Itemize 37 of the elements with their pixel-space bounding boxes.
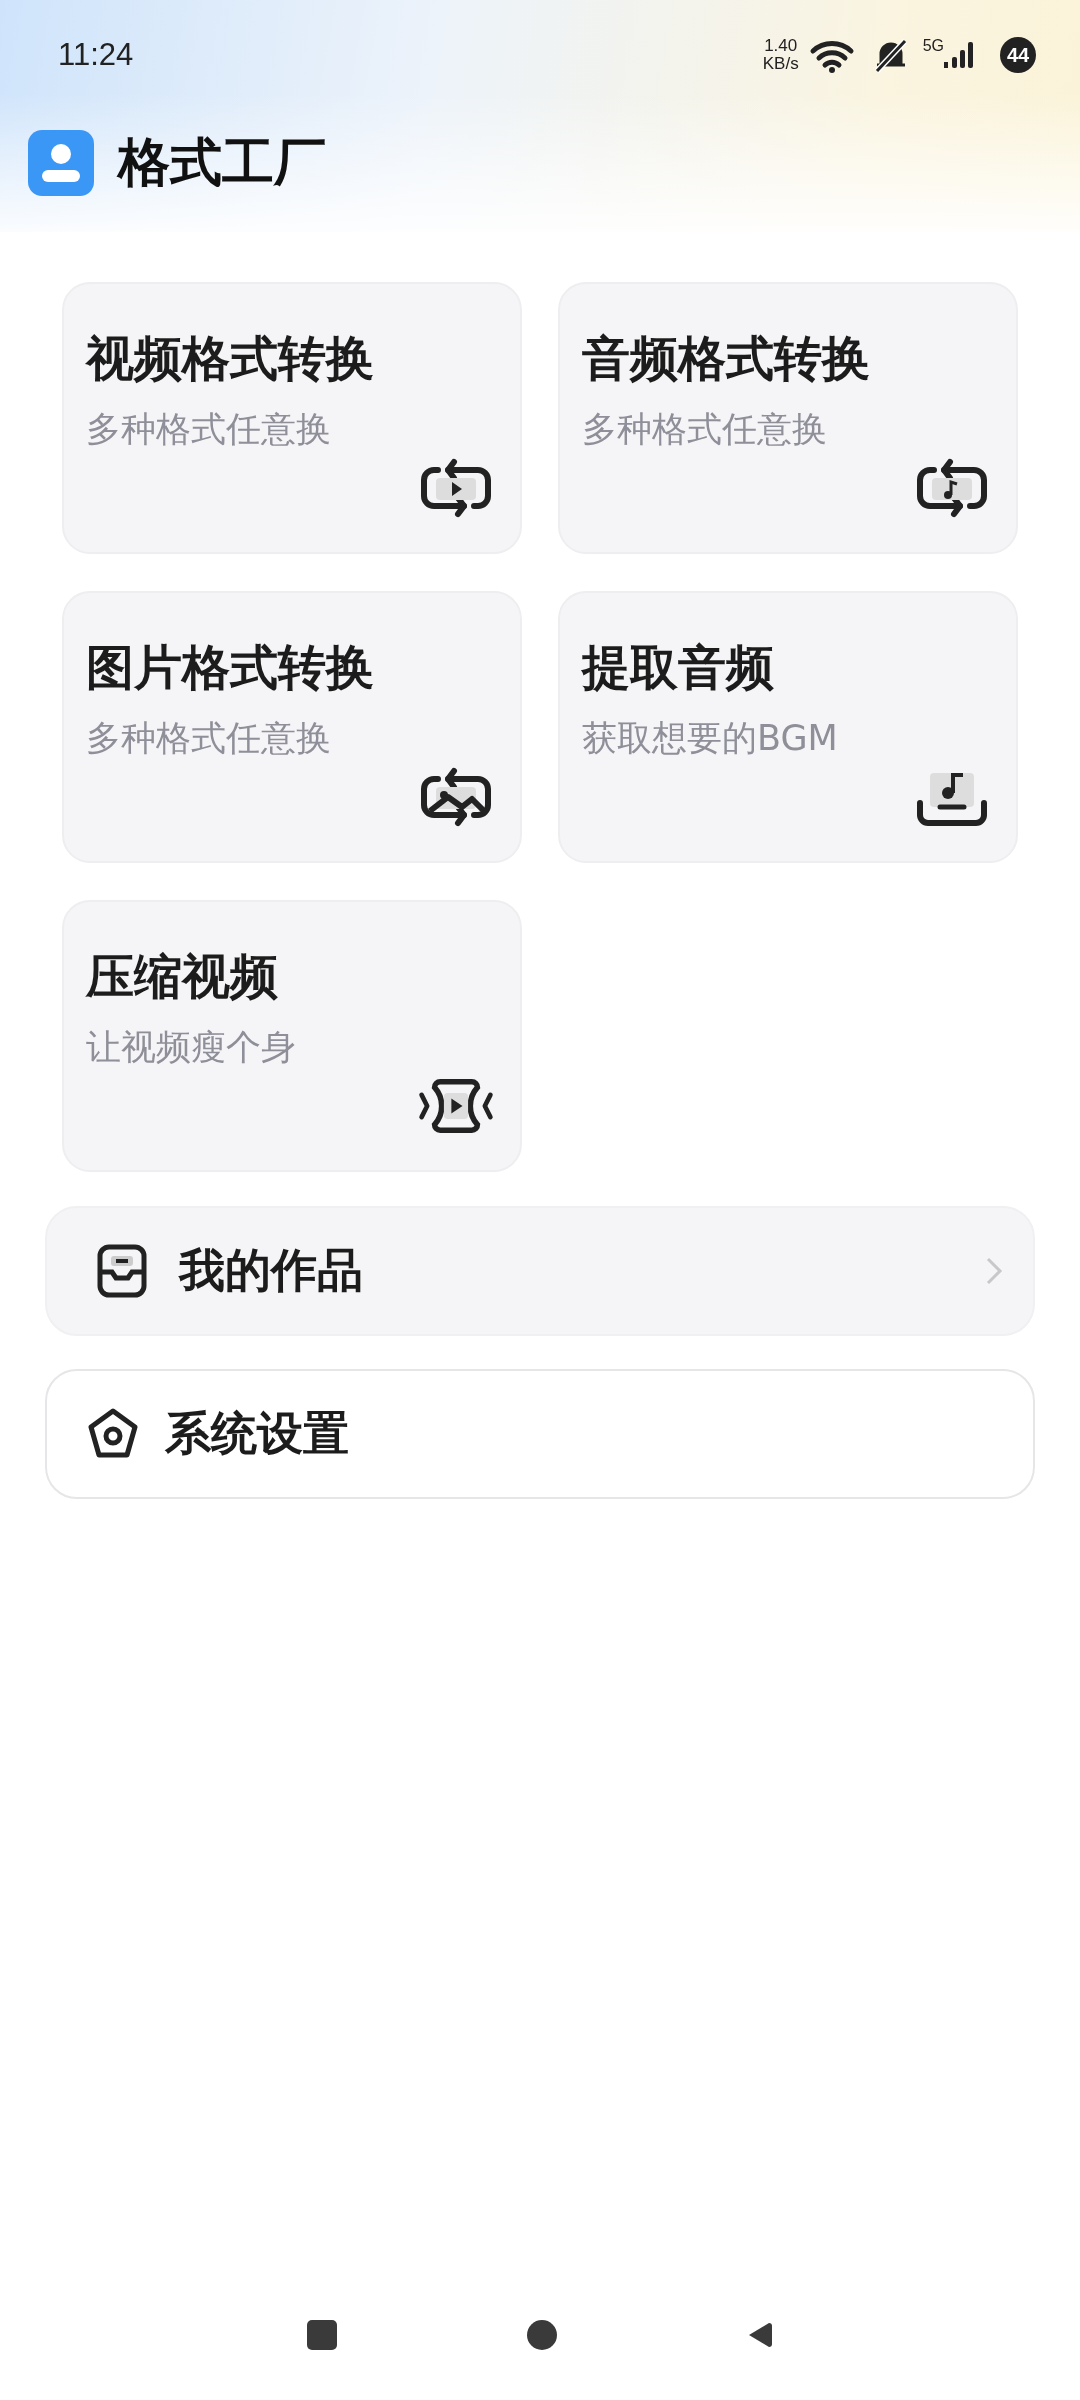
tool-title: 音频格式转换 (582, 334, 871, 382)
tool-card[interactable]: 视频格式转换 多种格式任意换 (62, 282, 522, 554)
status-time: 11:24 (58, 37, 134, 73)
tool-subtitle: 多种格式任意换 (582, 412, 828, 447)
menu-label: 我的作品 (179, 1242, 364, 1299)
network-speed: 1.40 (764, 37, 798, 55)
menu-label: 系统设置 (165, 1405, 350, 1462)
settings-icon (87, 1408, 139, 1460)
tool-subtitle: 多种格式任意换 (86, 412, 332, 447)
tool-subtitle: 获取想要的BGM (582, 721, 839, 756)
tool-card[interactable]: 图片格式转换 多种格式任意换 (62, 591, 522, 863)
music-convert-icon (916, 456, 988, 520)
tool-title: 压缩视频 (86, 952, 279, 1000)
app-logo-icon (28, 130, 94, 196)
battery-level: 44 (1000, 37, 1036, 73)
chevron-right-icon (985, 1256, 1003, 1286)
image-convert-icon (420, 765, 492, 829)
network-speed-unit: KB/s (762, 55, 799, 73)
app-title: 格式工厂 (118, 131, 326, 194)
menu-row[interactable]: 我的作品 (45, 1206, 1035, 1336)
network-type: 5G (922, 37, 944, 55)
home-button[interactable] (527, 2320, 557, 2350)
tool-card[interactable]: 压缩视频 让视频瘦个身 (62, 900, 522, 1172)
tool-card[interactable]: 提取音频 获取想要的BGM (558, 591, 1018, 863)
tool-subtitle: 多种格式任意换 (86, 721, 332, 756)
menu-row[interactable]: 系统设置 (45, 1369, 1035, 1499)
tool-title: 提取音频 (582, 643, 775, 691)
tool-title: 视频格式转换 (86, 334, 375, 382)
recents-button[interactable] (307, 2320, 337, 2350)
tool-title: 图片格式转换 (86, 643, 375, 691)
tool-card[interactable]: 音频格式转换 多种格式任意换 (558, 282, 1018, 554)
back-button[interactable] (747, 2321, 773, 2349)
inbox-icon (97, 1244, 147, 1298)
video-convert-icon (420, 456, 492, 520)
muted-bell-icon (872, 37, 909, 73)
signal-icon (944, 40, 974, 70)
tool-subtitle: 让视频瘦个身 (86, 1030, 297, 1065)
